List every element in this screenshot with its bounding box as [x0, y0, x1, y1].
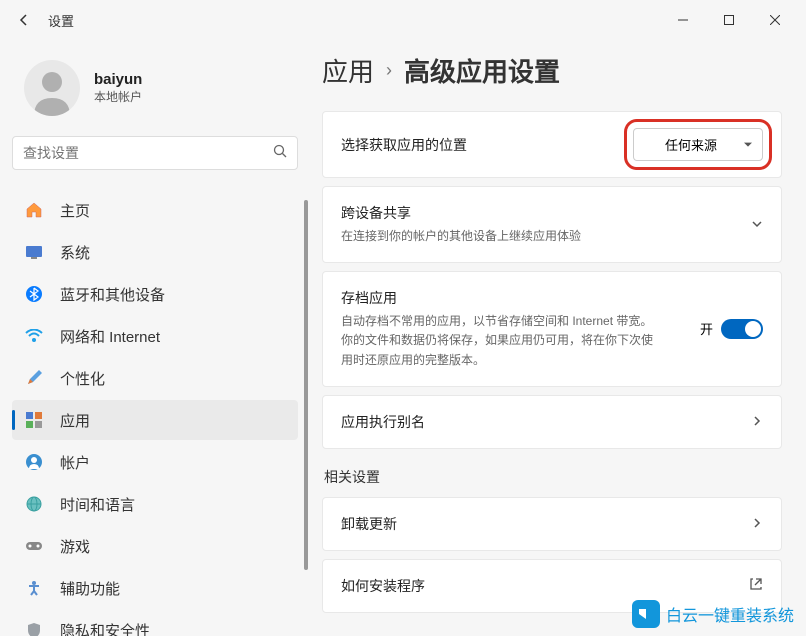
setting-title: 应用执行别名	[341, 412, 739, 432]
brush-icon	[24, 368, 44, 388]
sidebar-item-time-language[interactable]: 时间和语言	[12, 484, 298, 524]
user-subtitle: 本地帐户	[94, 88, 142, 105]
titlebar: 设置	[0, 0, 806, 40]
sidebar-item-label: 个性化	[60, 368, 105, 389]
search-box[interactable]	[12, 136, 298, 170]
maximize-icon	[724, 15, 734, 25]
sidebar-item-bluetooth[interactable]: 蓝牙和其他设备	[12, 274, 298, 314]
sidebar-item-label: 应用	[60, 410, 90, 431]
breadcrumb: 应用 › 高级应用设置	[322, 52, 782, 89]
globe-icon	[24, 494, 44, 514]
sidebar-item-label: 游戏	[60, 536, 90, 557]
chevron-right-icon	[751, 516, 763, 532]
page-title: 高级应用设置	[404, 52, 560, 89]
account-icon	[24, 452, 44, 472]
back-button[interactable]	[8, 4, 40, 36]
chevron-down-icon	[751, 217, 763, 233]
sidebar-item-home[interactable]: 主页	[12, 190, 298, 230]
sidebar-item-label: 辅助功能	[60, 578, 120, 599]
home-icon	[24, 200, 44, 220]
shield-icon	[24, 620, 44, 636]
watermark: 白云一键重装系统	[632, 600, 794, 628]
sidebar-item-accounts[interactable]: 帐户	[12, 442, 298, 482]
gamepad-icon	[24, 536, 44, 556]
arrow-left-icon	[16, 12, 32, 28]
sidebar-item-gaming[interactable]: 游戏	[12, 526, 298, 566]
sidebar-item-apps[interactable]: 应用	[12, 400, 298, 440]
setting-uninstall-updates[interactable]: 卸载更新	[322, 497, 782, 551]
setting-title: 卸载更新	[341, 514, 739, 534]
breadcrumb-parent[interactable]: 应用	[322, 52, 374, 89]
watermark-text: 白云一键重装系统	[666, 602, 794, 626]
wifi-icon	[24, 326, 44, 346]
setting-title: 选择获取应用的位置	[341, 135, 633, 155]
sidebar-item-label: 隐私和安全性	[60, 620, 150, 636]
setting-title: 如何安装程序	[341, 576, 737, 596]
person-icon	[24, 60, 80, 116]
dropdown-value: 任何来源	[665, 138, 717, 153]
user-name: baiyun	[94, 71, 142, 88]
setting-title: 跨设备共享	[341, 203, 739, 223]
chevron-right-icon: ›	[386, 60, 392, 81]
search-input[interactable]	[23, 145, 273, 161]
accessibility-icon	[24, 578, 44, 598]
sidebar-item-label: 蓝牙和其他设备	[60, 284, 165, 305]
window-controls	[660, 4, 798, 36]
app-source-dropdown[interactable]: 任何来源	[633, 128, 763, 161]
external-link-icon	[749, 577, 763, 594]
sidebar-item-label: 主页	[60, 200, 90, 221]
sidebar-item-system[interactable]: 系统	[12, 232, 298, 272]
setting-desc: 自动存档不常用的应用，以节省存储空间和 Internet 带宽。你的文件和数据仍…	[341, 312, 661, 370]
sidebar-item-personalization[interactable]: 个性化	[12, 358, 298, 398]
sidebar-item-label: 系统	[60, 242, 90, 263]
bluetooth-icon	[24, 284, 44, 304]
search-icon	[273, 144, 287, 163]
window-title: 设置	[48, 11, 74, 30]
setting-title: 存档应用	[341, 288, 700, 308]
sidebar-item-label: 时间和语言	[60, 494, 135, 515]
sidebar-item-network[interactable]: 网络和 Internet	[12, 316, 298, 356]
setting-cross-device-share[interactable]: 跨设备共享 在连接到你的帐户的其他设备上继续应用体验	[322, 186, 782, 263]
setting-app-alias[interactable]: 应用执行别名	[322, 395, 782, 449]
avatar	[24, 60, 80, 116]
close-icon	[770, 15, 780, 25]
watermark-logo-icon	[632, 600, 660, 628]
sidebar-item-label: 网络和 Internet	[60, 326, 160, 347]
setting-desc: 在连接到你的帐户的其他设备上继续应用体验	[341, 227, 661, 246]
main-content: 应用 › 高级应用设置 选择获取应用的位置 任何来源 跨设备共享 在连接到你的帐…	[310, 40, 806, 636]
system-icon	[24, 242, 44, 262]
archive-toggle[interactable]	[721, 319, 763, 339]
apps-icon	[24, 410, 44, 430]
section-heading: 相关设置	[324, 467, 782, 487]
sidebar-item-accessibility[interactable]: 辅助功能	[12, 568, 298, 608]
close-button[interactable]	[752, 4, 798, 36]
toggle-state-label: 开	[700, 319, 713, 338]
setting-app-source: 选择获取应用的位置 任何来源	[322, 111, 782, 178]
minimize-button[interactable]	[660, 4, 706, 36]
minimize-icon	[678, 15, 688, 25]
sidebar-item-privacy[interactable]: 隐私和安全性	[12, 610, 298, 636]
sidebar: baiyun 本地帐户 主页 系统 蓝牙和其他设备 网络和 Internet 个…	[0, 40, 310, 636]
maximize-button[interactable]	[706, 4, 752, 36]
user-block[interactable]: baiyun 本地帐户	[12, 52, 298, 136]
sidebar-item-label: 帐户	[60, 452, 90, 473]
chevron-right-icon	[751, 414, 763, 430]
setting-archive-apps: 存档应用 自动存档不常用的应用，以节省存储空间和 Internet 带宽。你的文…	[322, 271, 782, 387]
